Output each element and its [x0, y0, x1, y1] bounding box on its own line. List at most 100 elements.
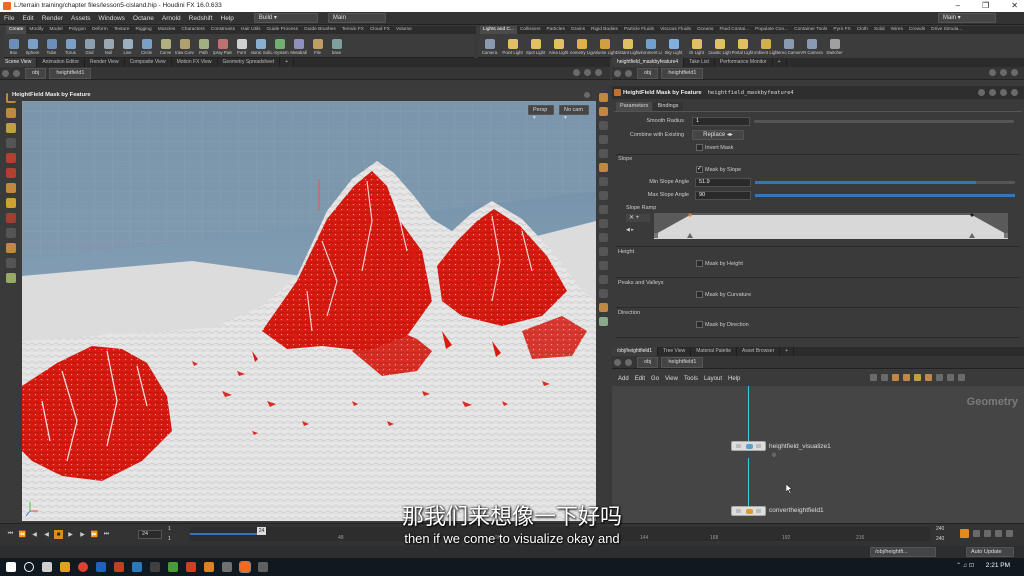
background-icon[interactable]	[598, 261, 608, 270]
grid-icon[interactable]	[881, 374, 888, 381]
tab-composite-view[interactable]: Composite View	[125, 58, 172, 67]
tab-tree-view[interactable]: Tree View	[658, 347, 692, 356]
shelf-tool-distant-light[interactable]: Distant Light	[616, 37, 639, 55]
slope-ramp-widget[interactable]	[654, 213, 1008, 239]
tab-render-view[interactable]: Render View	[85, 58, 125, 67]
forward-icon[interactable]	[13, 69, 20, 77]
photoshop-icon[interactable]	[96, 562, 106, 572]
shelf-tool-metaball[interactable]: Metaball	[289, 37, 308, 55]
max-slope-slider[interactable]	[755, 194, 1015, 197]
secure-icon[interactable]	[6, 273, 16, 283]
pane-menu-icon[interactable]	[1011, 69, 1018, 76]
mask-by-direction-checkbox[interactable]	[696, 321, 703, 328]
shelf-tab-particle-fluids[interactable]: Particle Fluids	[621, 26, 657, 34]
render-region-icon[interactable]	[6, 243, 16, 253]
sticky-note-icon[interactable]	[914, 374, 921, 381]
mask-by-height-checkbox[interactable]	[696, 260, 703, 267]
path-node[interactable]: heightfield1	[661, 67, 704, 79]
shelf-tab-cloth[interactable]: Cloth	[854, 26, 871, 34]
template-icon[interactable]	[598, 219, 608, 228]
shelf-tool-caustic-light[interactable]: Caustic Light	[708, 37, 731, 55]
shelf-tab-particles[interactable]: Particles	[543, 26, 567, 34]
forward-icon[interactable]	[625, 358, 632, 366]
minimize-button[interactable]: –	[956, 0, 960, 12]
shelf-tool-platonic-solids[interactable]: Platonic Solids	[251, 37, 270, 55]
tab-add-tab-button[interactable]: +	[280, 58, 295, 67]
shelf-tab-crowds[interactable]: Crowds	[906, 26, 928, 34]
ramp-marker[interactable]	[654, 233, 658, 238]
menu-help[interactable]: Help	[217, 12, 238, 25]
info-icon[interactable]	[1000, 89, 1007, 96]
ramp-key-point[interactable]	[970, 213, 974, 217]
shelf-tool-sphere[interactable]: Sphere	[23, 37, 42, 55]
network-box-icon[interactable]	[925, 374, 932, 381]
persp-menu[interactable]: Persp ▾	[528, 105, 554, 121]
tab-scene-view[interactable]: Scene View	[0, 58, 38, 67]
app-icon[interactable]	[168, 562, 178, 572]
invert-mask-checkbox[interactable]	[696, 144, 703, 151]
min-slope-slider[interactable]	[755, 181, 1015, 184]
shelf-tool-file[interactable]: File	[308, 37, 327, 55]
scene-viewport[interactable]: Persp ▾ No cam ▾	[22, 101, 596, 521]
network-menu-tools[interactable]: Tools	[684, 376, 698, 382]
layout-icon[interactable]	[870, 374, 877, 381]
text-icon[interactable]	[598, 289, 608, 298]
shelf-tab-guide-process[interactable]: Guide Process	[264, 26, 301, 34]
shelf-tab-pyro-fx[interactable]: Pyro FX	[830, 26, 853, 34]
node-name-field[interactable]: heightfield_maskbyfeature4	[708, 90, 794, 96]
shelf-tool-tube[interactable]: Tube	[42, 37, 61, 55]
shelf-tool-font[interactable]: Font	[232, 37, 251, 55]
path-node[interactable]: heightfield1	[661, 356, 704, 368]
shelf-tab-oceans[interactable]: Oceans	[694, 26, 717, 34]
shelf-tool-vr-camera[interactable]: VR Camera	[800, 37, 823, 55]
close-button[interactable]: ✕	[1011, 0, 1018, 12]
tab-take-list[interactable]: Take List	[684, 58, 715, 67]
lock-icon[interactable]	[598, 247, 608, 256]
shelf-tool-spot-light[interactable]: Spot Light	[524, 37, 547, 55]
ramp-key-point[interactable]	[688, 213, 692, 217]
network-menu-go[interactable]: Go	[651, 376, 659, 382]
tab-asset-browser[interactable]: Asset Browser	[737, 347, 781, 356]
shelf-tab-model[interactable]: Model	[47, 26, 66, 34]
shelf-tab-terrain-fx[interactable]: Terrain FX	[339, 26, 367, 34]
shelf-tool-curve[interactable]: Curve	[156, 37, 175, 55]
mask-by-curvature-checkbox[interactable]	[696, 291, 703, 298]
tab-animation-editor[interactable]: Animation Editor	[37, 58, 86, 67]
tray-icons[interactable]: ⌃ ♫ ⊡	[956, 562, 974, 569]
link-icon[interactable]	[1000, 69, 1007, 76]
pin-icon[interactable]	[989, 69, 996, 76]
app-icon[interactable]	[150, 562, 160, 572]
shelf-tool-volume-light[interactable]: Volume Light	[593, 37, 616, 55]
shelf-tab-modify[interactable]: Modify	[26, 26, 46, 34]
task-view-icon[interactable]	[42, 562, 52, 572]
shelf-tab-cloud-fx[interactable]: Cloud FX	[367, 26, 393, 34]
shelf-tab-guide-brushes[interactable]: Guide Brushes	[301, 26, 339, 34]
menu-assets[interactable]: Assets	[67, 12, 95, 25]
shelf-tab-create[interactable]: Create	[6, 26, 27, 34]
shelf-tab-rigging[interactable]: Rigging	[132, 26, 154, 34]
app-icon[interactable]	[114, 562, 124, 572]
tab-add-tab-button[interactable]: +	[773, 58, 787, 67]
lock-camera-icon[interactable]	[6, 258, 16, 268]
node-info-icon[interactable]	[947, 374, 954, 381]
shelf-tool-box[interactable]: Box	[4, 37, 23, 55]
shelf-tab-drive-simula[interactable]: Drive Simula...	[928, 26, 965, 34]
network-menu-layout[interactable]: Layout	[704, 376, 722, 382]
back-icon[interactable]	[614, 69, 621, 77]
shading-icon[interactable]	[598, 121, 608, 130]
right-main-selector[interactable]: Main ▾	[938, 13, 996, 23]
tab-add-tab-button[interactable]: +	[780, 347, 795, 356]
menu-octane[interactable]: Octane	[129, 12, 158, 25]
shelf-tool-grid[interactable]: Grid	[80, 37, 99, 55]
shelf-tool-base[interactable]: base	[327, 37, 346, 55]
app-icon[interactable]	[222, 562, 232, 572]
network-menu-view[interactable]: View	[665, 376, 678, 382]
vlc-icon[interactable]	[204, 562, 214, 572]
shelf-tool-geometry-light[interactable]: Geometry Light	[570, 37, 593, 55]
flipbook-icon[interactable]	[598, 317, 608, 326]
shelf-tool-spray-paint[interactable]: Spray Paint	[213, 37, 232, 55]
path-root[interactable]: obj	[637, 356, 659, 368]
shelf-tool-null[interactable]: Null	[99, 37, 118, 55]
pose-tool-icon[interactable]	[6, 138, 16, 148]
shelf-tab-collisions[interactable]: Collisions	[517, 26, 544, 34]
